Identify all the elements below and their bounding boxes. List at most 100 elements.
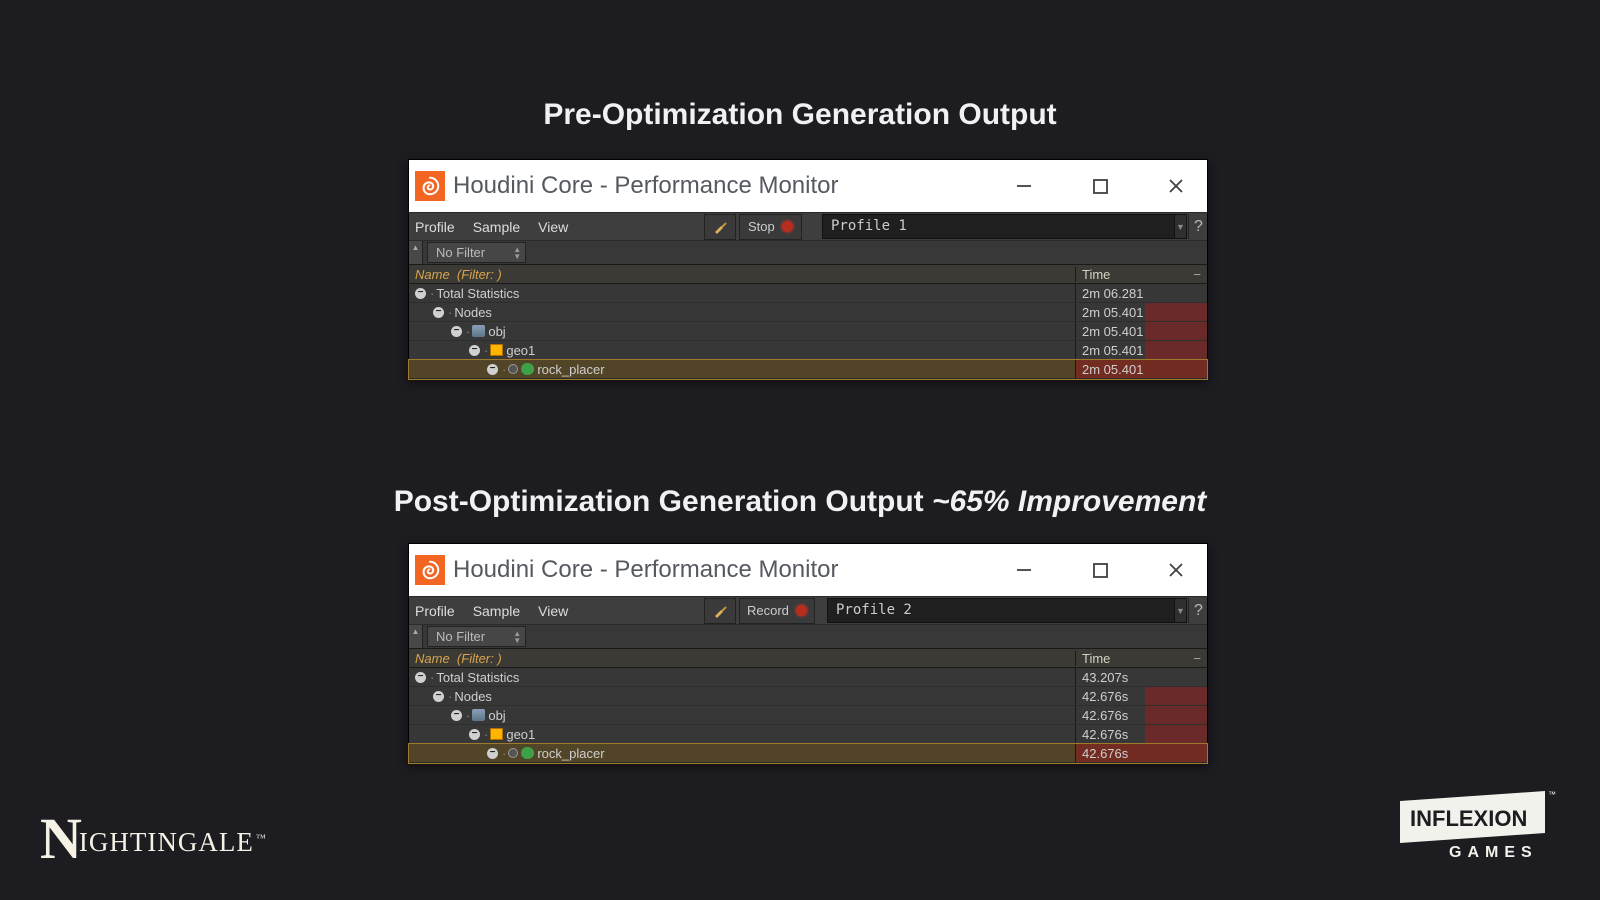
menubar: Profile Sample View Record Profile 2 ▼ ? — [409, 596, 1207, 624]
inflexion-games-logo: INFLEXION GAMES ™ — [1390, 783, 1560, 868]
expand-toggle-icon[interactable]: − — [451, 710, 462, 721]
record-button[interactable]: Record — [739, 598, 815, 624]
minimize-button[interactable] — [1001, 166, 1047, 206]
expand-toggle-icon[interactable]: − — [415, 288, 426, 299]
svg-text:™: ™ — [1548, 790, 1556, 799]
profile-name-field[interactable]: Profile 2 — [827, 598, 1177, 623]
panel-handle-icon[interactable]: ▲ — [409, 625, 423, 648]
menu-sample[interactable]: Sample — [473, 219, 520, 235]
table-row[interactable]: −·rock_placer2m 05.401 — [409, 360, 1207, 379]
menu-profile[interactable]: Profile — [415, 219, 455, 235]
profile-name-field[interactable]: Profile 1 — [822, 214, 1177, 239]
help-icon[interactable]: ? — [1188, 598, 1208, 623]
row-label: obj — [488, 708, 505, 723]
record-indicator-icon — [796, 605, 807, 616]
spinner-icon[interactable]: ▲▼ — [513, 246, 521, 260]
rows-post: −·Total Statistics43.207s−·Nodes42.676s−… — [409, 668, 1207, 763]
col-time-text: Time — [1082, 267, 1110, 282]
row-label: geo1 — [506, 727, 535, 742]
minimize-button[interactable] — [1001, 550, 1047, 590]
close-button[interactable] — [1153, 550, 1199, 590]
table-header: Name (Filter: ) Time − — [409, 264, 1207, 284]
rows-pre: −·Total Statistics2m 06.281−·Nodes2m 05.… — [409, 284, 1207, 379]
filter-label: No Filter — [436, 629, 485, 644]
table-row[interactable]: −·obj2m 05.401 — [409, 322, 1207, 341]
nightingale-logo: Nightingale™ — [40, 805, 267, 872]
table-row[interactable]: −·Total Statistics43.207s — [409, 668, 1207, 687]
close-button[interactable] — [1153, 166, 1199, 206]
maximize-button[interactable] — [1077, 166, 1123, 206]
spinner-icon[interactable]: ▲▼ — [513, 630, 521, 644]
record-indicator-icon — [782, 221, 793, 232]
panel-handle-icon[interactable]: ▲ — [409, 241, 423, 264]
houdini-icon — [415, 555, 445, 585]
row-time: 2m 05.401 — [1082, 305, 1143, 320]
profile-dropdown-icon[interactable]: ▼ — [1174, 214, 1187, 239]
table-row[interactable]: −·geo12m 05.401 — [409, 341, 1207, 360]
help-icon[interactable]: ? — [1188, 214, 1208, 239]
row-time: 42.676s — [1082, 708, 1128, 723]
filter-label: No Filter — [436, 245, 485, 260]
row-label: obj — [488, 324, 505, 339]
table-row[interactable]: −·rock_placer42.676s — [409, 744, 1207, 763]
houdini-icon — [415, 171, 445, 201]
filter-select[interactable]: No Filter ▲▼ — [427, 626, 526, 647]
table-row[interactable]: −·obj42.676s — [409, 706, 1207, 725]
row-label: rock_placer — [537, 746, 604, 761]
expand-toggle-icon[interactable]: − — [487, 748, 498, 759]
column-time[interactable]: Time − — [1075, 267, 1207, 282]
col-name-filter: (Filter: ) — [457, 267, 502, 282]
expand-toggle-icon[interactable]: − — [415, 672, 426, 683]
row-time: 42.676s — [1082, 727, 1128, 742]
title-post-prefix: Post-Optimization Generation Output — [394, 485, 932, 518]
expand-toggle-icon[interactable]: − — [469, 345, 480, 356]
row-time: 43.207s — [1082, 670, 1128, 685]
table-row[interactable]: −·Nodes42.676s — [409, 687, 1207, 706]
logo-text-top: INFLEXION — [1410, 806, 1527, 831]
stop-button[interactable]: Stop — [739, 214, 802, 240]
column-name[interactable]: Name (Filter: ) — [409, 651, 1075, 666]
row-time: 42.676s — [1082, 689, 1128, 704]
menu-profile[interactable]: Profile — [415, 603, 455, 619]
col-name-text: Name — [415, 267, 450, 282]
profile-dropdown-icon[interactable]: ▼ — [1174, 598, 1187, 623]
stop-label: Stop — [748, 219, 775, 234]
title-post: Post-Optimization Generation Output ~65%… — [0, 485, 1600, 519]
col-name-text: Name — [415, 651, 450, 666]
column-name[interactable]: Name (Filter: ) — [409, 267, 1075, 282]
titlebar[interactable]: Houdini Core - Performance Monitor — [409, 544, 1207, 596]
table-row[interactable]: −·geo142.676s — [409, 725, 1207, 744]
table-header: Name (Filter: ) Time − — [409, 648, 1207, 668]
col-name-filter: (Filter: ) — [457, 651, 502, 666]
perf-monitor-window-post: Houdini Core - Performance Monitor Profi… — [408, 543, 1208, 764]
filter-bar: ▲ No Filter ▲▼ — [409, 240, 1207, 264]
perf-monitor-window-pre: Houdini Core - Performance Monitor Profi… — [408, 159, 1208, 380]
expand-toggle-icon[interactable]: − — [433, 307, 444, 318]
record-label: Record — [747, 603, 789, 618]
expand-toggle-icon[interactable]: − — [469, 729, 480, 740]
clear-icon[interactable] — [704, 598, 736, 624]
menu-view[interactable]: View — [538, 603, 568, 619]
row-label: Nodes — [454, 305, 492, 320]
table-row[interactable]: −·Nodes2m 05.401 — [409, 303, 1207, 322]
table-row[interactable]: −·Total Statistics2m 06.281 — [409, 284, 1207, 303]
menu-sample[interactable]: Sample — [473, 603, 520, 619]
expand-toggle-icon[interactable]: − — [451, 326, 462, 337]
collapse-icon[interactable]: − — [1193, 267, 1201, 282]
column-time[interactable]: Time − — [1075, 651, 1207, 666]
filter-select[interactable]: No Filter ▲▼ — [427, 242, 526, 263]
clear-icon[interactable] — [704, 214, 736, 240]
expand-toggle-icon[interactable]: − — [433, 691, 444, 702]
expand-toggle-icon[interactable]: − — [487, 364, 498, 375]
row-time: 42.676s — [1082, 746, 1128, 761]
logo-text-bottom: GAMES — [1449, 844, 1538, 861]
row-label: Nodes — [454, 689, 492, 704]
row-label: Total Statistics — [436, 286, 519, 301]
row-time: 2m 05.401 — [1082, 324, 1143, 339]
col-time-text: Time — [1082, 651, 1110, 666]
titlebar[interactable]: Houdini Core - Performance Monitor — [409, 160, 1207, 212]
maximize-button[interactable] — [1077, 550, 1123, 590]
collapse-icon[interactable]: − — [1193, 651, 1201, 666]
row-time: 2m 06.281 — [1082, 286, 1143, 301]
menu-view[interactable]: View — [538, 219, 568, 235]
